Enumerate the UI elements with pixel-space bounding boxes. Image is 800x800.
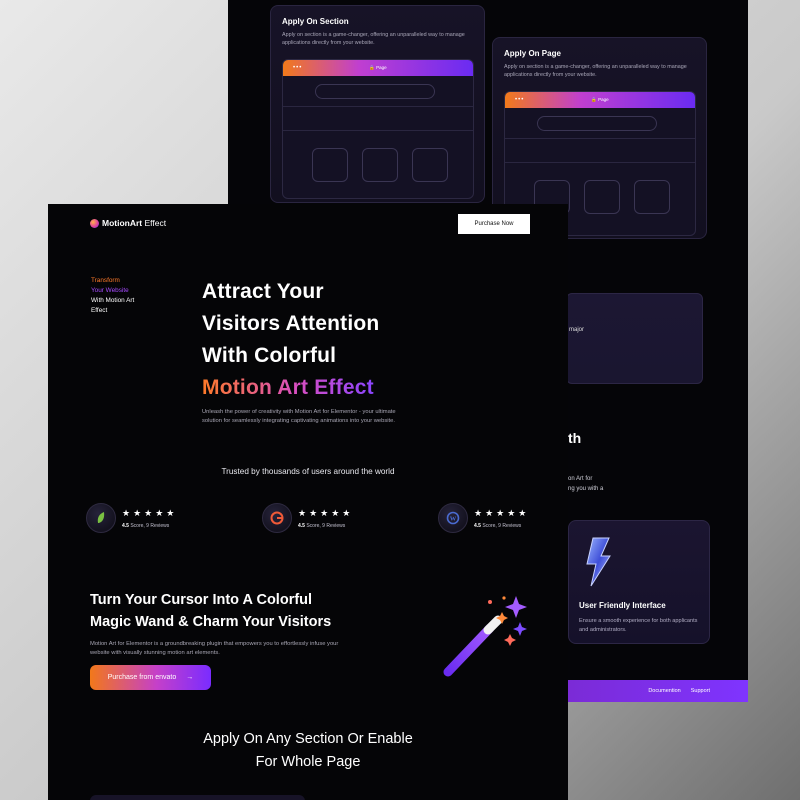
mock-tile	[412, 148, 448, 182]
heading-line: Apply On Any Section Or Enable	[203, 731, 413, 747]
heading-line: Magic Wand & Charm Your Visitors	[90, 614, 332, 630]
mock-divider	[283, 130, 473, 131]
star-rating: ★★★★★	[122, 507, 178, 518]
mock-search-bar	[315, 84, 435, 99]
logo-text: MotionArt Effect	[102, 218, 167, 228]
purchase-from-envato-button[interactable]: Purchase from envato →	[90, 665, 211, 690]
g2-icon	[262, 503, 292, 533]
card-title: User Friendly Interface	[579, 601, 666, 610]
page-label: 🔒 Page	[369, 65, 387, 70]
hero-line: Attract Your	[202, 280, 324, 303]
purchase-now-button[interactable]: Purchase Now	[458, 214, 530, 234]
window-dots: •••	[515, 97, 525, 103]
lightning-icon	[586, 537, 611, 587]
button-label: Purchase from envato	[107, 674, 177, 681]
browser-mockup: ••• 🔒 Page	[282, 59, 474, 199]
hero-highlight: Motion Art Effect	[202, 376, 374, 399]
mock-search-bar	[537, 116, 657, 131]
footer-link-support[interactable]: Support	[691, 688, 710, 694]
hero-title: Attract Your Visitors Attention With Col…	[202, 276, 379, 404]
mock-divider	[283, 106, 473, 107]
arrow-right-icon: →	[186, 674, 194, 681]
mock-tile	[584, 180, 620, 214]
magic-wand-icon	[443, 596, 527, 677]
footer-link-documention[interactable]: Documention	[648, 688, 680, 694]
text-fragment: on Art for	[568, 476, 593, 482]
user-friendly-card: User Friendly Interface Ensure a smooth …	[568, 520, 710, 644]
mock-tile	[362, 148, 398, 182]
window-dots: •••	[293, 65, 303, 71]
card-desc: Ensure a smooth experience for both appl…	[579, 618, 698, 633]
apply-section-heading: Apply On Any Section Or Enable For Whole…	[48, 728, 568, 774]
card-desc: Apply on section is a game-changer, offe…	[504, 64, 687, 78]
review-envato: ★★★★★ 4.5 Score, 9 Reviews	[86, 503, 177, 533]
review-score: 4.5 Score, 9 Reviews	[298, 522, 346, 529]
mock-tile	[634, 180, 670, 214]
mock-divider	[505, 138, 695, 139]
heading-line: For Whole Page	[255, 754, 361, 770]
side-note-line: Your Website	[91, 287, 129, 294]
side-note-line: With Motion Art	[91, 297, 135, 304]
review-wordpress: W ★★★★★ 4.5 Score, 9 Reviews	[438, 503, 529, 533]
review-score: 4.5 Score, 9 Reviews	[474, 522, 522, 529]
mock-divider	[505, 162, 695, 163]
side-note-line: Effect	[91, 307, 108, 314]
front-page-panel: MotionArt Effect Purchase Now Transform …	[48, 204, 568, 800]
hero-line: With Colorful	[202, 344, 337, 367]
trusted-text: Trusted by thousands of users around the…	[221, 467, 395, 476]
logo-mark-icon	[90, 218, 99, 228]
feature-card-partial: major	[566, 293, 703, 384]
card-desc: Apply on section is a game-changer, offe…	[282, 32, 465, 46]
hero-line: Visitors Attention	[202, 312, 380, 335]
magic-wand-description: Motion Art for Elementor is a groundbrea…	[90, 641, 339, 656]
wordpress-icon: W	[438, 503, 468, 533]
card-fragment-text: major	[569, 327, 585, 333]
browser-bar: ••• 🔒 Page	[505, 92, 695, 108]
heading-fragment: th	[568, 430, 582, 446]
mock-tile	[312, 148, 348, 182]
card-preview-edge	[90, 795, 305, 800]
side-note: Transform Your Website With Motion Art E…	[91, 276, 134, 316]
hero-description: Unleash the power of creativity with Mot…	[202, 409, 396, 424]
page-label: 🔒 Page	[591, 97, 609, 102]
card-title: Apply On Section	[282, 17, 349, 26]
review-g2: ★★★★★ 4.5 Score, 9 Reviews	[262, 503, 353, 533]
browser-bar: ••• 🔒 Page	[283, 60, 473, 76]
review-score: 4.5 Score, 9 Reviews	[122, 522, 170, 529]
apply-section-card: Apply On Section Apply on section is a g…	[270, 5, 485, 203]
footer-strip: Documention Support	[568, 680, 748, 702]
star-rating: ★★★★★	[298, 507, 354, 518]
svg-text:W: W	[450, 515, 457, 522]
logo[interactable]: MotionArt Effect	[90, 218, 166, 228]
star-rating: ★★★★★	[474, 507, 530, 518]
heading-line: Turn Your Cursor Into A Colorful	[90, 592, 313, 608]
magic-wand-heading: Turn Your Cursor Into A Colorful Magic W…	[90, 589, 331, 633]
envato-icon	[86, 503, 116, 533]
card-title: Apply On Page	[504, 49, 561, 58]
text-fragment: ng you with a	[568, 486, 604, 492]
side-note-line: Transform	[91, 277, 120, 284]
